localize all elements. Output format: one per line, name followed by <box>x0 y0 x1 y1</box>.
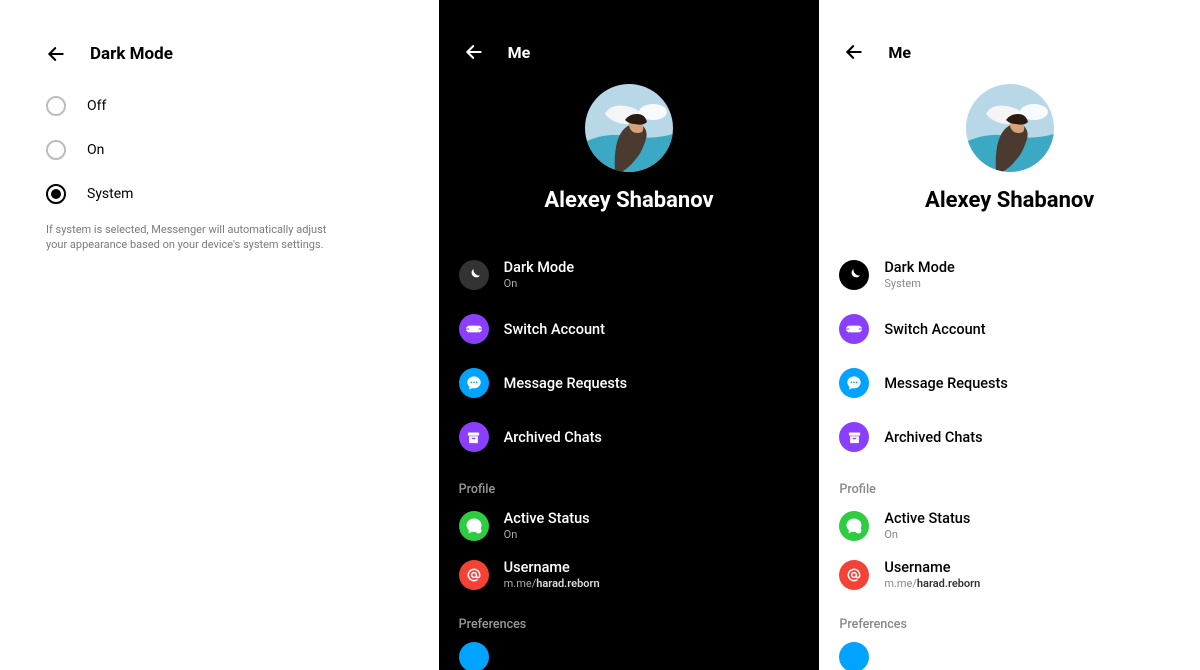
menu-item-active-status[interactable]: Active Status On <box>456 501 803 550</box>
switch-account-icon <box>839 314 869 344</box>
back-arrow-icon[interactable] <box>46 44 66 64</box>
peek-menu-icon[interactable] <box>839 642 869 670</box>
active-status-icon <box>459 511 489 541</box>
radio-button-icon <box>46 96 66 116</box>
menu-item-archived-chats[interactable]: Archived Chats <box>456 410 803 464</box>
moon-icon <box>839 260 869 290</box>
profile-name: Alexey Shabanov <box>836 188 1183 213</box>
archive-icon <box>839 422 869 452</box>
active-status-icon <box>839 511 869 541</box>
menu-item-archived-chats[interactable]: Archived Chats <box>836 410 1183 464</box>
section-header-profile: Profile <box>456 464 803 501</box>
switch-account-icon <box>459 314 489 344</box>
radio-button-selected-icon <box>46 184 66 204</box>
me-screen-dark: Me Alexey Shabanov Dark Mode On Switch A… <box>439 0 820 670</box>
menu-subtitle: m.me/harad.reborn <box>504 577 600 590</box>
chat-bubble-icon <box>839 368 869 398</box>
page-title: Dark Mode <box>90 44 173 64</box>
menu-label: Username <box>504 559 600 576</box>
menu-item-switch-account[interactable]: Switch Account <box>836 302 1183 356</box>
radio-option-system[interactable]: System <box>46 184 393 204</box>
avatar[interactable] <box>585 84 673 172</box>
at-sign-icon <box>839 560 869 590</box>
radio-label: On <box>87 142 104 158</box>
page-title: Me <box>888 43 911 62</box>
menu-label: Active Status <box>504 510 590 527</box>
menu-subtitle: System <box>884 277 954 290</box>
menu-label: Username <box>884 559 980 576</box>
menu-label: Dark Mode <box>504 259 574 276</box>
radio-option-off[interactable]: Off <box>46 96 393 116</box>
menu-label: Active Status <box>884 510 970 527</box>
menu-item-dark-mode[interactable]: Dark Mode System <box>836 247 1183 302</box>
back-arrow-icon[interactable] <box>464 42 484 62</box>
settings-note: If system is selected, Messenger will au… <box>46 222 346 253</box>
menu-subtitle: On <box>504 528 590 541</box>
menu-label: Message Requests <box>884 375 1007 392</box>
radio-label: Off <box>87 98 106 114</box>
menu-item-username[interactable]: Username m.me/harad.reborn <box>456 550 803 599</box>
chat-bubble-icon <box>459 368 489 398</box>
menu-item-active-status[interactable]: Active Status On <box>836 501 1183 550</box>
radio-label: System <box>87 186 133 202</box>
at-sign-icon <box>459 560 489 590</box>
radio-option-on[interactable]: On <box>46 140 393 160</box>
page-title: Me <box>508 43 531 62</box>
menu-item-username[interactable]: Username m.me/harad.reborn <box>836 550 1183 599</box>
moon-icon <box>459 260 489 290</box>
avatar[interactable] <box>966 84 1054 172</box>
menu-label: Switch Account <box>504 321 605 338</box>
menu-subtitle: On <box>884 528 970 541</box>
dark-mode-settings-screen: Dark Mode Off On System If system is sel… <box>0 0 439 670</box>
menu-label: Switch Account <box>884 321 985 338</box>
section-header-preferences: Preferences <box>456 599 803 636</box>
menu-label: Archived Chats <box>884 429 982 446</box>
profile-name: Alexey Shabanov <box>456 188 803 213</box>
peek-menu-icon[interactable] <box>459 642 489 670</box>
menu-subtitle: On <box>504 277 574 290</box>
menu-subtitle: m.me/harad.reborn <box>884 577 980 590</box>
back-arrow-icon[interactable] <box>844 42 864 62</box>
archive-icon <box>459 422 489 452</box>
menu-item-message-requests[interactable]: Message Requests <box>456 356 803 410</box>
me-screen-light: Me Alexey Shabanov Dark Mode System Swit… <box>819 0 1200 670</box>
menu-item-switch-account[interactable]: Switch Account <box>456 302 803 356</box>
section-header-profile: Profile <box>836 464 1183 501</box>
menu-item-dark-mode[interactable]: Dark Mode On <box>456 247 803 302</box>
radio-button-icon <box>46 140 66 160</box>
menu-label: Message Requests <box>504 375 627 392</box>
menu-label: Dark Mode <box>884 259 954 276</box>
section-header-preferences: Preferences <box>836 599 1183 636</box>
menu-label: Archived Chats <box>504 429 602 446</box>
menu-item-message-requests[interactable]: Message Requests <box>836 356 1183 410</box>
